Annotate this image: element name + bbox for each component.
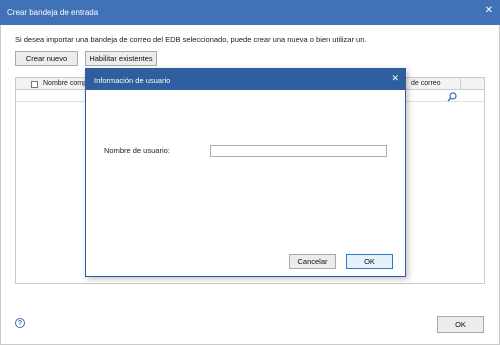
ok-button[interactable]: OK <box>437 316 484 333</box>
column-header-name[interactable]: Nombre comp <box>43 80 87 87</box>
dialog-close-icon[interactable]: ✕ <box>391 73 399 84</box>
search-icon[interactable] <box>447 92 457 102</box>
cancel-button[interactable]: Cancelar <box>289 254 336 269</box>
enable-existing-button[interactable]: Habilitar existentes <box>85 51 157 66</box>
help-icon[interactable]: ? <box>15 318 25 328</box>
close-icon[interactable]: ✕ <box>485 6 493 16</box>
column-header-email[interactable]: de correo <box>411 80 441 87</box>
username-label: Nombre de usuario: <box>104 146 170 155</box>
main-title-bar: Crear bandeja de entrada ✕ <box>0 0 500 25</box>
create-new-button[interactable]: Crear nuevo <box>15 51 78 66</box>
dialog-ok-button[interactable]: OK <box>346 254 393 269</box>
user-info-dialog: Información de usuario ✕ Nombre de usuar… <box>85 68 406 277</box>
select-all-checkbox[interactable] <box>31 81 38 88</box>
intro-text: Si desea importar una bandeja de correo … <box>15 35 367 44</box>
username-field[interactable] <box>210 145 387 157</box>
window-title: Crear bandeja de entrada <box>7 8 99 17</box>
dialog-title: Información de usuario <box>94 76 171 85</box>
column-separator <box>460 78 461 90</box>
dialog-title-bar: Información de usuario ✕ <box>86 69 405 90</box>
